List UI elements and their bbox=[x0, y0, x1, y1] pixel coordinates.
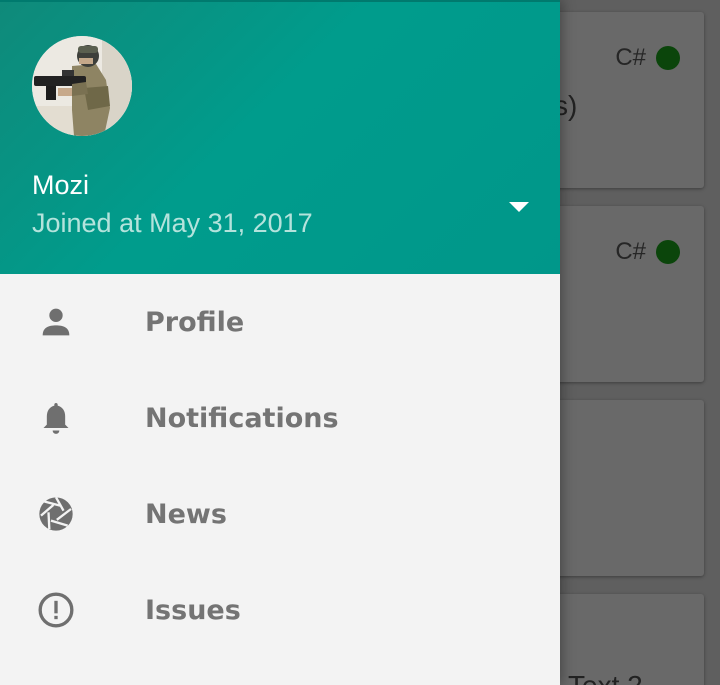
avatar[interactable] bbox=[32, 36, 132, 136]
camera-shutter-icon bbox=[36, 494, 76, 534]
caret-down-icon bbox=[509, 202, 529, 212]
drawer-header: Mozi Joined at May 31, 2017 bbox=[0, 0, 560, 274]
user-joined-date: Joined at May 31, 2017 bbox=[32, 208, 313, 238]
drawer-menu: Profile Notifications News Issues bbox=[0, 274, 560, 658]
person-icon bbox=[36, 302, 76, 342]
account-dropdown-toggle[interactable] bbox=[498, 192, 540, 222]
user-name: Mozi bbox=[32, 170, 90, 200]
alert-circle-icon bbox=[36, 590, 76, 630]
menu-item-label: Profile bbox=[145, 306, 245, 338]
avatar-image bbox=[32, 36, 132, 136]
navigation-drawer: Mozi Joined at May 31, 2017 Profile Noti… bbox=[0, 0, 560, 685]
bell-icon bbox=[36, 398, 76, 438]
menu-item-news[interactable]: News bbox=[0, 466, 560, 562]
menu-item-label: News bbox=[145, 498, 227, 530]
menu-item-label: Issues bbox=[145, 594, 241, 626]
menu-item-issues[interactable]: Issues bbox=[0, 562, 560, 658]
menu-item-label: Notifications bbox=[145, 402, 339, 434]
menu-item-notifications[interactable]: Notifications bbox=[0, 370, 560, 466]
app-screen: C# s) C# Text 2 bbox=[0, 0, 720, 685]
menu-item-profile[interactable]: Profile bbox=[0, 274, 560, 370]
